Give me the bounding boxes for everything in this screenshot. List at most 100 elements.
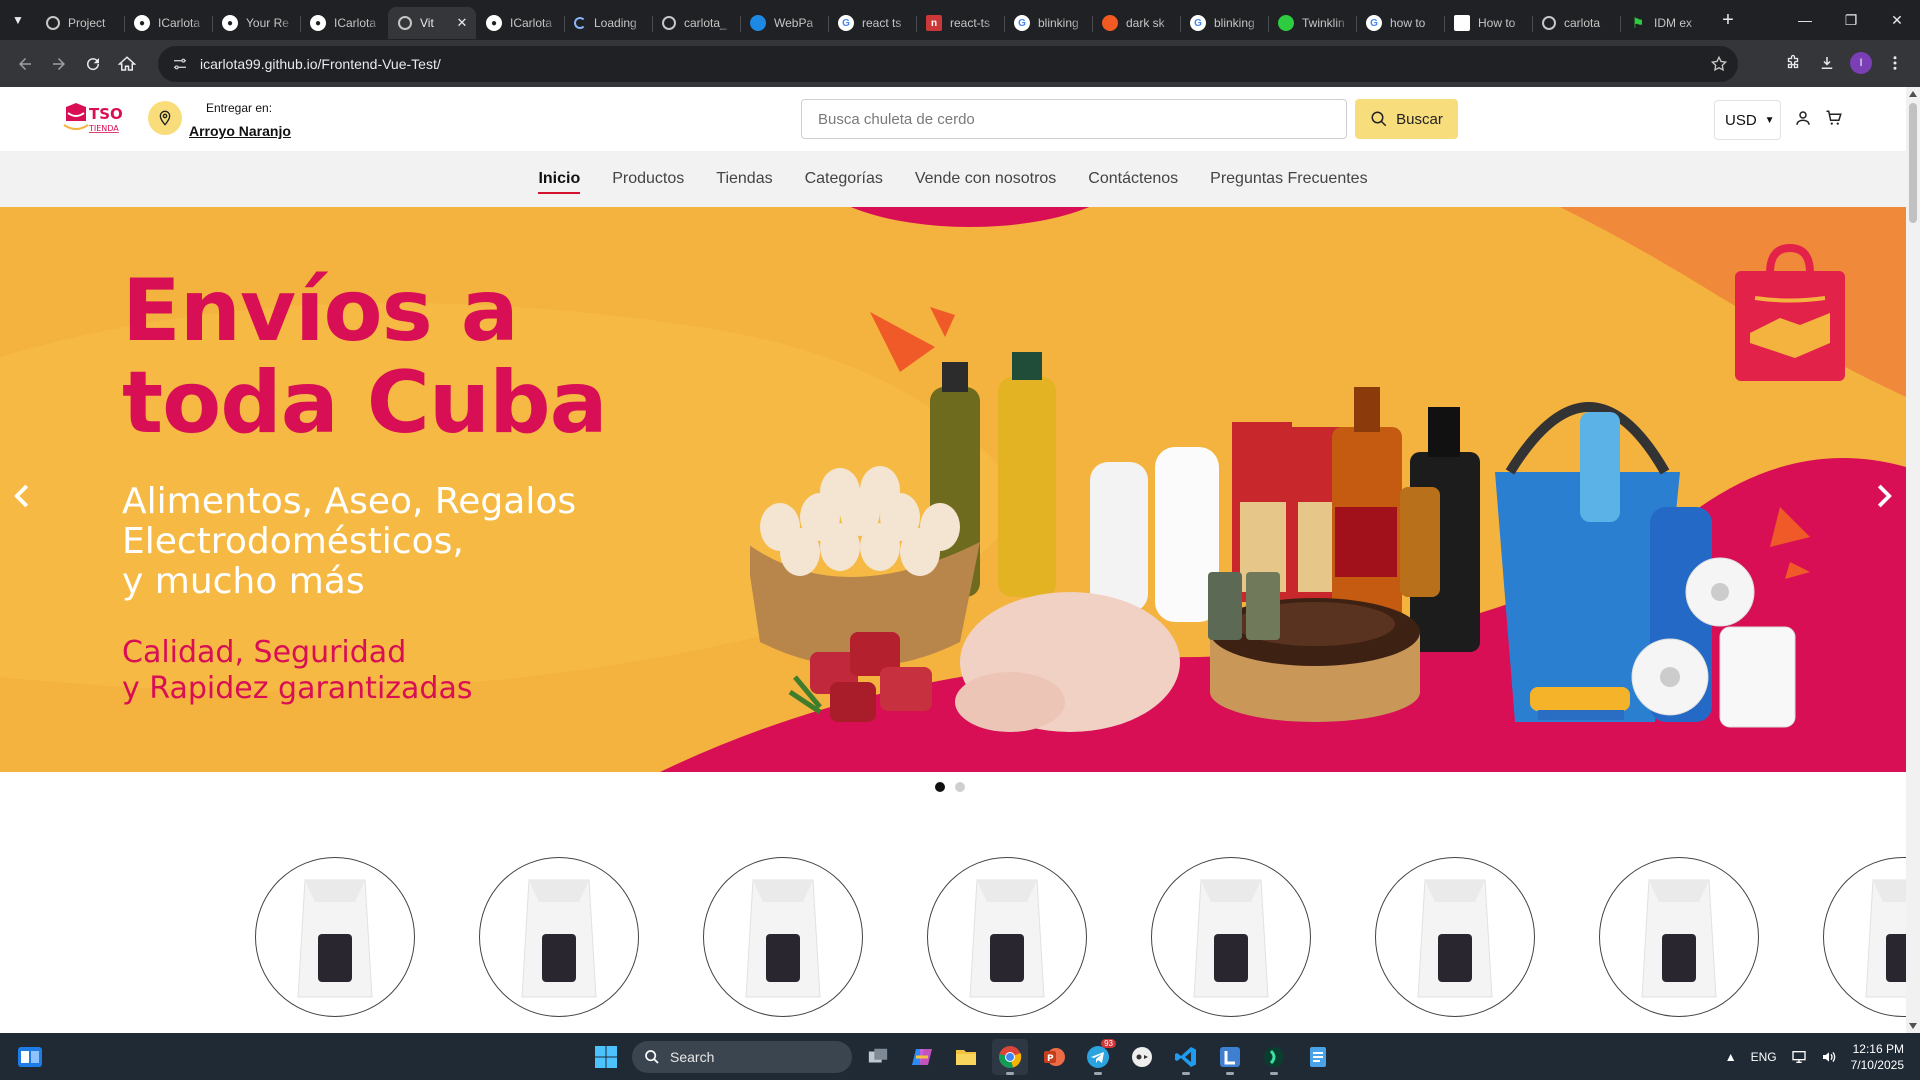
website-viewport: TSO TIENDA Entregar en: Arroyo Naranjo B… xyxy=(0,87,1906,1033)
webpage-icon xyxy=(750,15,766,31)
shopping-cart-icon[interactable] xyxy=(1825,109,1843,127)
browser-tab[interactable]: ● Your Re xyxy=(212,7,300,39)
nav-link[interactable]: Tiendas xyxy=(716,164,772,194)
start-button[interactable] xyxy=(588,1039,624,1075)
scroll-down-arrow[interactable] xyxy=(1909,1023,1917,1029)
media-app[interactable] xyxy=(1124,1039,1160,1075)
category-item[interactable] xyxy=(927,857,1087,1017)
category-item[interactable] xyxy=(1823,857,1906,1017)
tso-tienda-logo[interactable]: TSO TIENDA xyxy=(62,101,126,137)
vscode-app[interactable] xyxy=(1168,1039,1204,1075)
browser-tab[interactable]: ● ICarlota xyxy=(300,7,388,39)
notion-like-app[interactable] xyxy=(1212,1039,1248,1075)
search-button[interactable]: Buscar xyxy=(1355,99,1458,139)
browser-tab-title: WebPa xyxy=(774,16,814,30)
task-view-button[interactable] xyxy=(860,1039,896,1075)
bookmark-star-icon[interactable] xyxy=(1710,55,1728,73)
forward-button[interactable] xyxy=(42,47,76,81)
nav-link[interactable]: Contáctenos xyxy=(1088,164,1178,194)
address-bar[interactable]: icarlota99.github.io/Frontend-Vue-Test/ xyxy=(158,46,1738,82)
browser-tab[interactable]: Gblinking xyxy=(1180,7,1268,39)
show-hidden-icons-chevron-icon[interactable]: ▲ xyxy=(1725,1050,1737,1064)
green-swirl-app-icon xyxy=(1264,1047,1284,1067)
nav-link[interactable]: Categorías xyxy=(805,164,883,194)
category-item[interactable] xyxy=(1599,857,1759,1017)
category-item[interactable] xyxy=(1375,857,1535,1017)
reload-button[interactable] xyxy=(76,47,110,81)
dark-circle-app[interactable] xyxy=(1256,1039,1292,1075)
browser-menu-button[interactable] xyxy=(1878,46,1912,80)
hero-tagline-line: Calidad, Seguridad xyxy=(122,635,407,670)
scroll-up-arrow[interactable] xyxy=(1909,91,1917,97)
downloads-button[interactable] xyxy=(1810,46,1844,80)
currency-select[interactable]: USD ▼ xyxy=(1714,100,1781,140)
taskbar-search-label: Search xyxy=(670,1049,715,1065)
browser-tab[interactable]: ● ICarlota xyxy=(476,7,564,39)
browser-tab[interactable]: Gblinking xyxy=(1004,7,1092,39)
tab-search-chevron-icon[interactable]: ▼ xyxy=(0,0,36,40)
category-item[interactable] xyxy=(1151,857,1311,1017)
url-text[interactable]: icarlota99.github.io/Frontend-Vue-Test/ xyxy=(200,56,441,72)
system-tray: ▲ ENG 12:16 PM 7/10/2025 xyxy=(1725,1039,1904,1075)
browser-tab[interactable]: Twinklin xyxy=(1268,7,1356,39)
user-account-icon[interactable] xyxy=(1794,109,1812,127)
browser-tab[interactable]: n react-ts xyxy=(916,7,1004,39)
nav-link[interactable]: Productos xyxy=(612,164,684,194)
browser-tab[interactable]: Greact ts xyxy=(828,7,916,39)
browser-tab[interactable]: ● ICarlota xyxy=(124,7,212,39)
browser-tab[interactable]: How to xyxy=(1444,7,1532,39)
file-explorer-app[interactable] xyxy=(948,1039,984,1075)
browser-tab-title: How to xyxy=(1478,16,1516,30)
browser-tab[interactable]: ⚑ IDM ex xyxy=(1620,7,1708,39)
restore-button[interactable]: ❐ xyxy=(1828,0,1874,40)
taskbar-search-box[interactable]: Search xyxy=(632,1041,852,1073)
scrollbar-thumb[interactable] xyxy=(1909,103,1917,223)
copilot-app[interactable] xyxy=(904,1039,940,1075)
location-button[interactable] xyxy=(148,101,182,135)
browser-tab[interactable]: dark sk xyxy=(1092,7,1180,39)
product-bag-image xyxy=(1193,879,1269,998)
carousel-dot[interactable] xyxy=(955,782,965,792)
powerpoint-app[interactable]: P xyxy=(1036,1039,1072,1075)
browser-tab[interactable]: Vit ✕ xyxy=(388,7,476,39)
extensions-button[interactable] xyxy=(1776,46,1810,80)
input-language-indicator[interactable]: ENG xyxy=(1751,1050,1777,1064)
volume-icon[interactable] xyxy=(1821,1049,1837,1065)
carousel-prev-button[interactable] xyxy=(8,481,38,511)
product-search-input[interactable] xyxy=(801,99,1347,139)
nav-link[interactable]: Preguntas Frecuentes xyxy=(1210,164,1367,194)
back-button[interactable] xyxy=(8,47,42,81)
site-settings-icon[interactable] xyxy=(172,56,188,72)
nav-link[interactable]: Inicio xyxy=(538,164,580,194)
new-tab-button[interactable]: + xyxy=(1712,4,1744,36)
close-window-button[interactable]: ✕ xyxy=(1874,0,1920,40)
browser-tab[interactable]: WebPa xyxy=(740,7,828,39)
close-tab-icon[interactable]: ✕ xyxy=(454,15,470,31)
network-icon[interactable] xyxy=(1791,1049,1807,1065)
home-icon xyxy=(118,55,136,71)
nav-link[interactable]: Vende con nosotros xyxy=(915,164,1056,194)
page-scrollbar[interactable] xyxy=(1906,87,1920,1033)
browser-tab[interactable]: Ghow to xyxy=(1356,7,1444,39)
profile-button[interactable]: I xyxy=(1844,46,1878,80)
minimize-button[interactable]: — xyxy=(1782,0,1828,40)
system-clock[interactable]: 12:16 PM 7/10/2025 xyxy=(1851,1041,1904,1073)
browser-tab[interactable]: Project xyxy=(36,7,124,39)
browser-tab[interactable]: carlota_ xyxy=(652,7,740,39)
browser-tab[interactable]: carlota xyxy=(1532,7,1620,39)
arrow-left-icon xyxy=(19,57,31,70)
notepad-app[interactable] xyxy=(1300,1039,1336,1075)
home-button[interactable] xyxy=(110,47,144,81)
category-item[interactable] xyxy=(479,857,639,1017)
widgets-icon[interactable] xyxy=(16,1043,44,1071)
browser-tab[interactable]: Loading xyxy=(564,7,652,39)
product-bag-image xyxy=(1641,879,1717,998)
carousel-next-button[interactable] xyxy=(1868,481,1898,511)
chrome-app[interactable] xyxy=(992,1039,1028,1075)
carousel-dot[interactable] xyxy=(935,782,945,792)
github-icon: ● xyxy=(134,15,150,31)
delivery-location-link[interactable]: Arroyo Naranjo xyxy=(189,123,291,139)
telegram-app[interactable]: 93 xyxy=(1080,1039,1116,1075)
category-item[interactable] xyxy=(255,857,415,1017)
category-item[interactable] xyxy=(703,857,863,1017)
